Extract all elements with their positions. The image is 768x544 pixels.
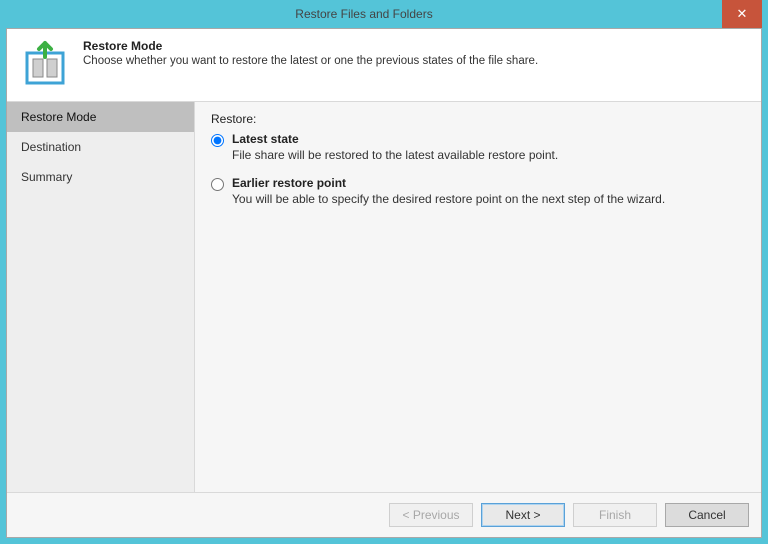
wizard-footer: < Previous Next > Finish Cancel: [7, 492, 761, 537]
next-button[interactable]: Next >: [481, 503, 565, 527]
option-title: Latest state: [232, 132, 558, 146]
page-title: Restore Mode: [83, 39, 538, 53]
option-title: Earlier restore point: [232, 176, 665, 190]
header-text: Restore Mode Choose whether you want to …: [83, 39, 538, 67]
wizard-steps: Restore Mode Destination Summary: [7, 102, 195, 492]
option-latest-state[interactable]: Latest state File share will be restored…: [211, 132, 745, 162]
sidebar-item-summary[interactable]: Summary: [7, 162, 194, 192]
previous-button: < Previous: [389, 503, 473, 527]
window-chrome: Restore Files and Folders ✕ Restore Mode…: [0, 0, 768, 544]
titlebar: Restore Files and Folders ✕: [6, 0, 762, 28]
window-title: Restore Files and Folders: [6, 0, 722, 28]
wizard-header: Restore Mode Choose whether you want to …: [7, 29, 761, 102]
sidebar-item-destination[interactable]: Destination: [7, 132, 194, 162]
option-earlier-point[interactable]: Earlier restore point You will be able t…: [211, 176, 745, 206]
wizard-body: Restore Mode Destination Summary Restore…: [7, 102, 761, 492]
restore-icon: [21, 39, 69, 87]
restore-label: Restore:: [211, 112, 745, 126]
cancel-button[interactable]: Cancel: [665, 503, 749, 527]
main-panel: Restore: Latest state File share will be…: [195, 102, 761, 492]
option-desc: You will be able to specify the desired …: [232, 192, 665, 206]
sidebar-item-restore-mode[interactable]: Restore Mode: [7, 102, 194, 132]
finish-button: Finish: [573, 503, 657, 527]
close-button[interactable]: ✕: [722, 0, 762, 28]
radio-latest-state[interactable]: [211, 134, 224, 147]
option-desc: File share will be restored to the lates…: [232, 148, 558, 162]
radio-earlier-point[interactable]: [211, 178, 224, 191]
page-subtitle: Choose whether you want to restore the l…: [83, 55, 538, 67]
window-body: Restore Mode Choose whether you want to …: [6, 28, 762, 538]
close-icon: ✕: [737, 6, 748, 22]
